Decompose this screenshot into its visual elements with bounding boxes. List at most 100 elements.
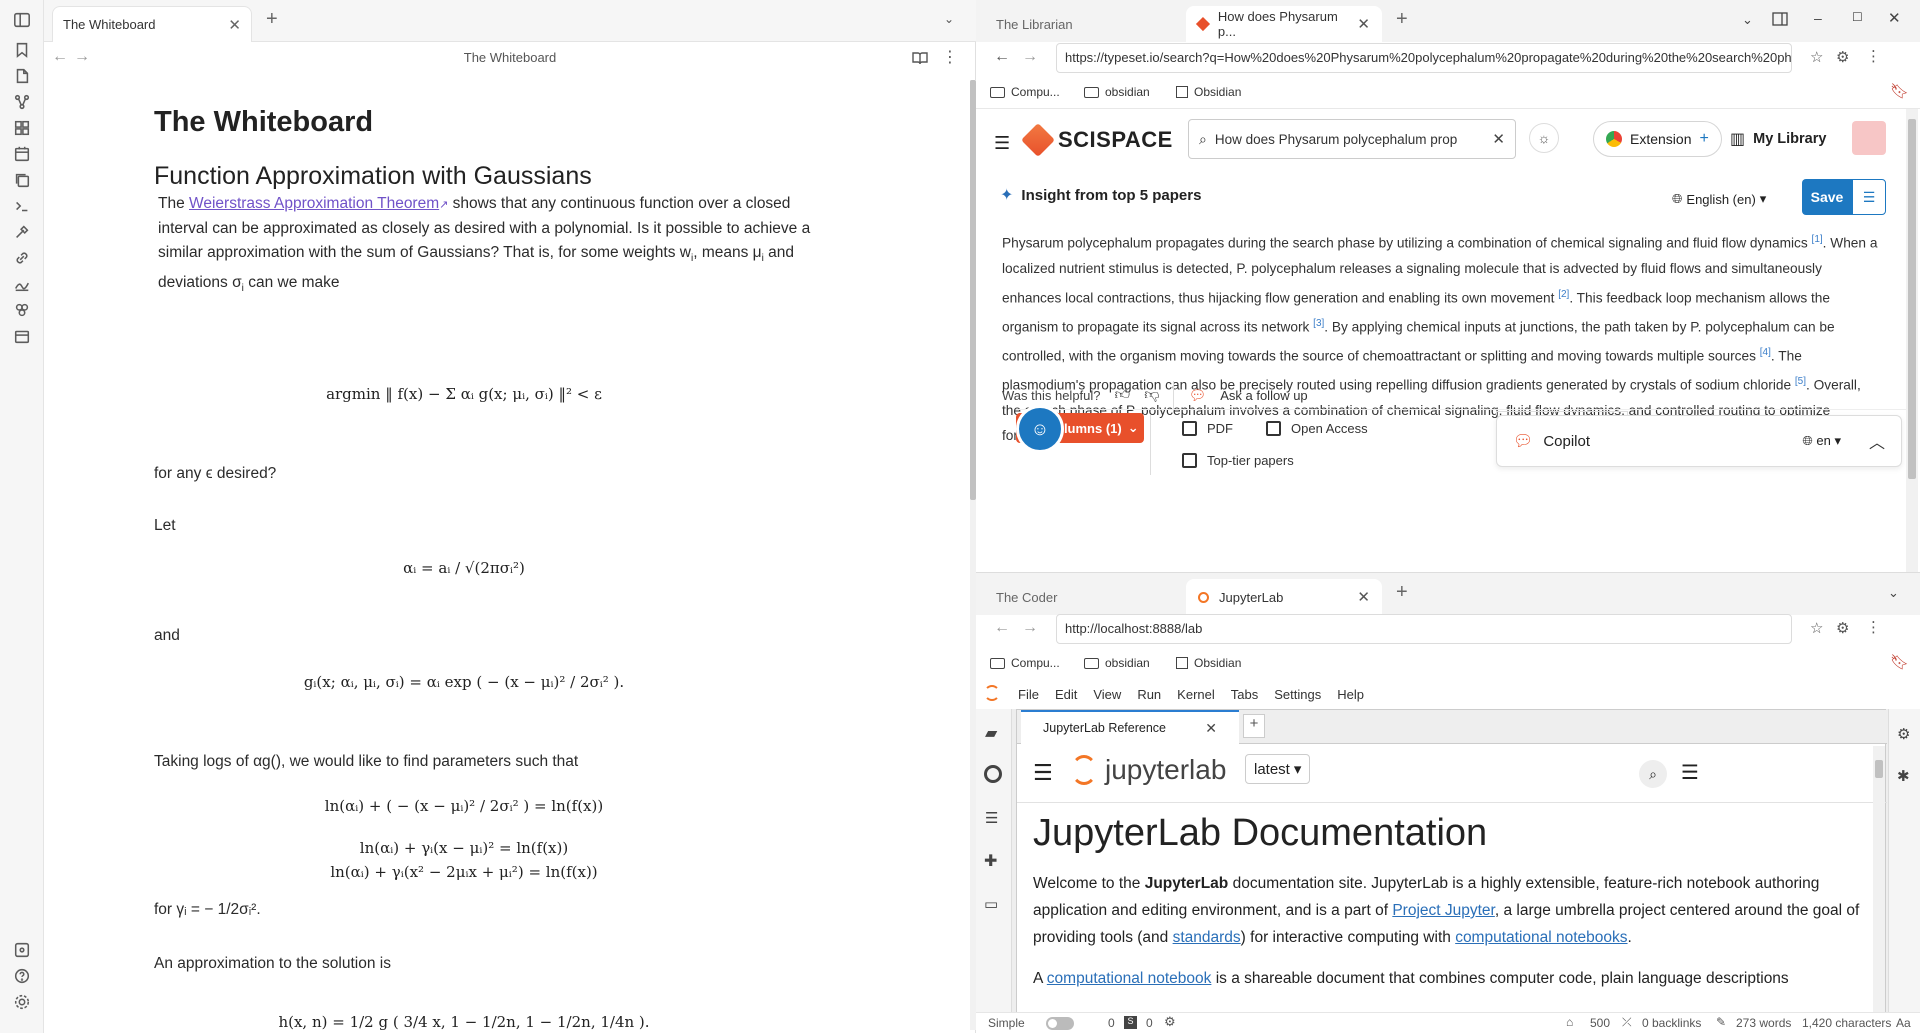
weierstrass-link[interactable]: Weierstrass Approximation Theorem <box>189 195 439 212</box>
reading-view-icon[interactable] <box>912 50 928 66</box>
new-tab-icon[interactable]: + <box>1396 8 1408 31</box>
chat-icon[interactable]: ▭ <box>984 895 998 913</box>
list-view-button[interactable]: ☰ <box>1852 179 1886 215</box>
new-tab-icon[interactable]: + <box>1396 581 1408 604</box>
backlinks-count[interactable]: 0 backlinks <box>1642 1016 1701 1030</box>
canvas-icon[interactable] <box>12 118 32 138</box>
language-select[interactable]: 🌐︎ English (en) ▾ <box>1672 191 1766 207</box>
computational-notebook-link[interactable]: computational notebook <box>1047 970 1212 987</box>
close-icon[interactable]: ✕ <box>228 16 241 34</box>
bookmark-obsidian-folder[interactable]: obsidian <box>1084 656 1150 670</box>
scispace-scrollbar[interactable] <box>1906 109 1918 572</box>
checkbox-icon[interactable] <box>1182 453 1197 468</box>
chat-assistant-fab[interactable]: ☺ <box>1016 405 1064 453</box>
maximize-icon[interactable]: ☐ <box>1852 10 1863 24</box>
tab-jupyterlab-reference[interactable]: JupyterLab Reference ✕ <box>1021 710 1239 744</box>
docs-scrollbar[interactable] <box>1873 746 1885 1014</box>
plugins-icon[interactable] <box>12 300 32 320</box>
more-options-icon[interactable]: ⋮ <box>1866 47 1881 65</box>
sidebar-toggle-icon[interactable] <box>12 10 32 30</box>
citation-4[interactable]: [4] <box>1760 347 1771 358</box>
bookmark-compu[interactable]: Compu... <box>990 85 1060 99</box>
menu-edit[interactable]: Edit <box>1055 687 1077 702</box>
new-launcher-icon[interactable]: + <box>1243 714 1265 738</box>
star-icon[interactable]: ☆ <box>1810 619 1823 637</box>
address-bar[interactable]: http://localhost:8888/lab <box>1056 614 1792 644</box>
sign-icon[interactable] <box>12 274 32 294</box>
jupyterlab-logo[interactable]: jupyterlab <box>1071 754 1226 786</box>
lightbulb-icon[interactable]: ☼ <box>1529 123 1559 153</box>
chevron-down-icon[interactable]: ⌄ <box>944 12 954 26</box>
more-options-icon[interactable]: ⋮ <box>1866 618 1881 636</box>
link-icon[interactable] <box>12 248 32 268</box>
vault-switch-icon[interactable] <box>12 940 32 960</box>
avatar[interactable] <box>1852 121 1886 155</box>
copilot-language-select[interactable]: 🌐︎ en ▾ <box>1802 433 1841 449</box>
extensions-puzzle-icon[interactable]: ✚ <box>984 851 997 871</box>
split-view-icon[interactable] <box>1772 12 1788 26</box>
bookmark-obsidian-folder[interactable]: obsidian <box>1084 85 1150 99</box>
folder-icon[interactable]: ▰ <box>985 723 997 743</box>
save-button[interactable]: Save <box>1802 179 1852 215</box>
chevron-up-icon[interactable]: ︿ <box>1869 429 1885 453</box>
filter-pdf[interactable]: PDF <box>1182 421 1233 436</box>
calendar-icon[interactable] <box>12 144 32 164</box>
tab-physarum-search[interactable]: How does Physarum p... ✕ <box>1186 6 1382 42</box>
settings-icon[interactable] <box>12 992 32 1012</box>
computational-notebooks-link[interactable]: computational notebooks <box>1455 929 1627 946</box>
minimize-icon[interactable]: – <box>1814 10 1822 26</box>
back-arrow-icon[interactable]: ← <box>994 619 1010 637</box>
more-options-icon[interactable]: ⋮ <box>942 47 958 67</box>
window-close-icon[interactable]: ✕ <box>1888 9 1901 27</box>
star-icon[interactable]: ☆ <box>1810 48 1823 66</box>
simple-mode-toggle[interactable] <box>1046 1017 1074 1030</box>
archive-icon[interactable] <box>12 326 32 346</box>
standards-link[interactable]: standards <box>1173 929 1241 946</box>
menu-help[interactable]: Help <box>1337 687 1364 702</box>
citation-3[interactable]: [3] <box>1313 318 1324 329</box>
copilot-panel[interactable]: 💬︎ Copilot 🌐︎ en ▾ ︿ <box>1496 415 1902 467</box>
tab-jupyterlab[interactable]: JupyterLab ✕ <box>1186 579 1382 615</box>
graph-view-icon[interactable] <box>12 92 32 112</box>
hamburger-menu-icon[interactable]: ☰ <box>994 133 1010 154</box>
menu-file[interactable]: File <box>1018 687 1039 702</box>
address-bar[interactable]: https://typeset.io/search?q=How%20does%2… <box>1056 43 1792 73</box>
tab-list-chevron-icon[interactable]: ⌄ <box>1742 12 1753 28</box>
citation-5[interactable]: [5] <box>1795 376 1806 387</box>
filter-open-access[interactable]: Open Access <box>1266 421 1368 436</box>
bookmark-compu[interactable]: Compu... <box>990 656 1060 670</box>
bookmark-obsidian[interactable]: Obsidian <box>1176 656 1241 670</box>
clear-search-icon[interactable]: ✕ <box>1492 130 1505 148</box>
docs-menu-icon[interactable]: ☰ <box>1033 760 1053 786</box>
forward-arrow-icon[interactable]: → <box>1022 48 1038 66</box>
scispace-logo[interactable]: SCISPACE <box>1021 123 1173 157</box>
bookmark-icon[interactable] <box>12 40 32 60</box>
checkbox-icon[interactable] <box>1182 421 1197 436</box>
menu-settings[interactable]: Settings <box>1274 687 1321 702</box>
terminal-icon[interactable] <box>12 196 32 216</box>
tab-the-librarian[interactable]: The Librarian <box>984 6 1174 42</box>
citation-1[interactable]: [1] <box>1812 234 1823 245</box>
menu-kernel[interactable]: Kernel <box>1177 687 1215 702</box>
font-size-toggle[interactable]: Aa <box>1896 1016 1911 1030</box>
forward-arrow-icon[interactable]: → <box>1022 619 1038 637</box>
thumbs-down-icon[interactable]: 👎︎ <box>1144 386 1159 404</box>
tools-icon[interactable] <box>12 222 32 242</box>
close-icon[interactable]: ✕ <box>1357 588 1370 606</box>
search-icon[interactable]: ⌕ <box>1639 760 1667 788</box>
running-kernels-icon[interactable] <box>984 765 1002 783</box>
menu-view[interactable]: View <box>1093 687 1121 702</box>
tab-the-coder[interactable]: The Coder <box>984 579 1174 615</box>
extension-button[interactable]: Extension + <box>1593 121 1722 157</box>
menu-tabs[interactable]: Tabs <box>1231 687 1258 702</box>
project-jupyter-link[interactable]: Project Jupyter <box>1392 902 1495 919</box>
thumbs-up-icon[interactable]: 👍︎ <box>1115 386 1131 404</box>
property-inspector-icon[interactable]: ⚙ <box>1897 725 1910 743</box>
toc-toggle-icon[interactable]: ☰ <box>1681 760 1699 785</box>
tab-list-chevron-icon[interactable]: ⌄ <box>1888 585 1899 601</box>
back-arrow-icon[interactable]: ← <box>994 48 1010 66</box>
checkbox-icon[interactable] <box>1266 421 1281 436</box>
new-tab-icon[interactable]: + <box>266 8 278 31</box>
help-icon[interactable] <box>12 966 32 986</box>
ask-follow-up-button[interactable]: Ask a follow up <box>1220 388 1307 403</box>
